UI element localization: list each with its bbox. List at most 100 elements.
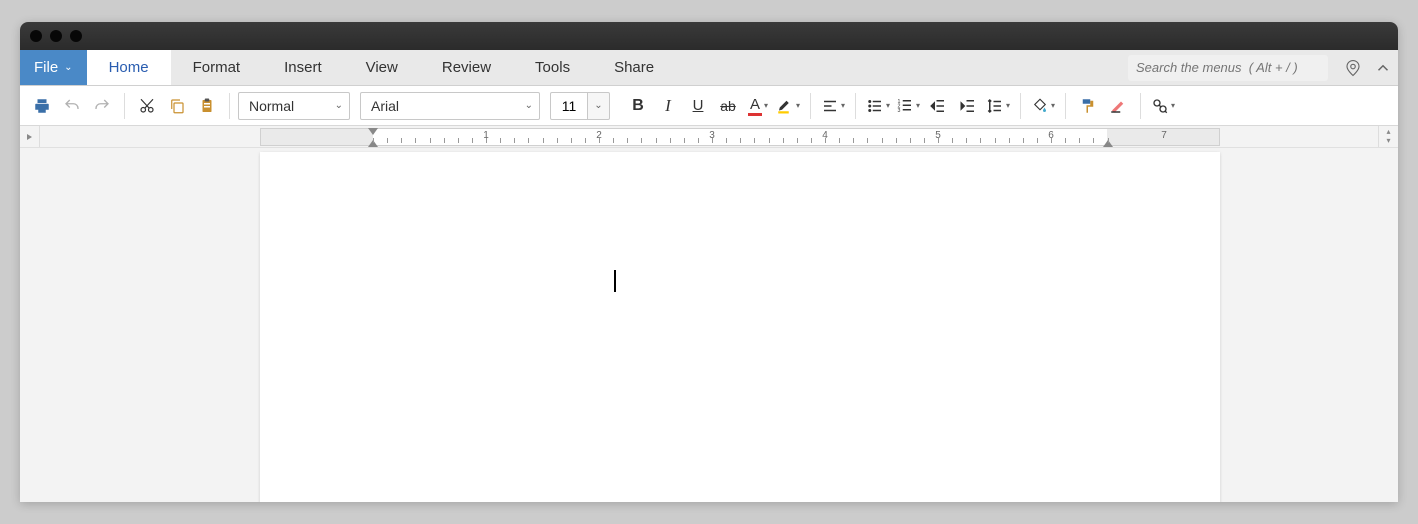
separator	[1140, 93, 1141, 119]
separator	[1065, 93, 1066, 119]
bullet-list-button[interactable]: ▾	[864, 91, 892, 121]
search-menus-input[interactable]	[1128, 55, 1328, 81]
ruler-tick	[670, 138, 671, 143]
svg-text:3: 3	[897, 108, 900, 114]
ruler-tick	[373, 138, 374, 143]
tab-tools-label: Tools	[535, 59, 570, 76]
tab-share-label: Share	[614, 59, 654, 76]
tab-insert[interactable]: Insert	[262, 50, 344, 85]
ruler-tick	[712, 138, 713, 143]
copy-button[interactable]	[163, 91, 191, 121]
page-up-button[interactable]: ▴	[1386, 128, 1390, 136]
ruler-tick	[797, 138, 798, 143]
page-down-button[interactable]: ▾	[1386, 137, 1390, 145]
ruler-tick	[839, 138, 840, 143]
app-window: File ⌄ Home Format Insert View Review To…	[20, 22, 1398, 502]
chevron-down-icon: ▾	[1051, 101, 1055, 110]
line-spacing-button[interactable]: ▾	[984, 91, 1012, 121]
ruler-tick	[867, 138, 868, 143]
paragraph-style-combo[interactable]: Normal ⌄	[238, 92, 350, 120]
file-menu[interactable]: File ⌄	[20, 50, 87, 85]
window-minimize-dot[interactable]	[50, 30, 62, 42]
first-line-indent-marker[interactable]	[368, 128, 378, 135]
collapse-ribbon-button[interactable]	[1368, 50, 1398, 85]
tab-format[interactable]: Format	[171, 50, 263, 85]
font-color-button[interactable]: A▾	[744, 91, 772, 121]
home-toolbar: Normal ⌄ Arial ⌄ ⌄ B I U ab A▾ ▾ ▾ ▾	[20, 86, 1398, 126]
tab-insert-label: Insert	[284, 59, 322, 76]
strikethrough-button[interactable]: ab	[714, 91, 742, 121]
chevron-down-icon: ▾	[916, 101, 920, 110]
ruler-tick	[656, 138, 657, 143]
ruler-tick	[571, 138, 572, 143]
chevron-down-icon: ▾	[1171, 101, 1175, 110]
tab-home[interactable]: Home	[87, 50, 171, 85]
cut-button[interactable]	[133, 91, 161, 121]
document-area[interactable]	[20, 148, 1398, 502]
ruler-tick	[754, 138, 755, 143]
increase-indent-button[interactable]	[954, 91, 982, 121]
separator	[810, 93, 811, 119]
print-button[interactable]	[28, 91, 56, 121]
ruler-num: 7	[1161, 130, 1167, 141]
fill-color-button[interactable]: ▾	[1029, 91, 1057, 121]
menu-tabs: File ⌄ Home Format Insert View Review To…	[20, 50, 1398, 86]
tab-format-label: Format	[193, 59, 241, 76]
chevron-down-icon: ▾	[764, 101, 768, 110]
ruler-tick	[585, 138, 586, 143]
page-canvas[interactable]	[260, 152, 1220, 502]
tab-review[interactable]: Review	[420, 50, 513, 85]
ruler-tick	[938, 138, 939, 143]
window-zoom-dot[interactable]	[70, 30, 82, 42]
paste-button[interactable]	[193, 91, 221, 121]
highlight-color-button[interactable]: ▾	[774, 91, 802, 121]
ruler-tick	[613, 138, 614, 143]
ruler-tick	[415, 138, 416, 143]
numbered-list-button[interactable]: 123▾	[894, 91, 922, 121]
ruler-tick	[557, 138, 558, 143]
chevron-down-icon: ▾	[841, 101, 845, 110]
bold-button[interactable]: B	[624, 91, 652, 121]
ruler-tick	[500, 138, 501, 143]
location-pin-icon[interactable]	[1338, 50, 1368, 85]
tab-stop-selector[interactable]	[20, 126, 40, 147]
ruler-tick	[853, 138, 854, 143]
font-family-combo[interactable]: Arial ⌄	[360, 92, 540, 120]
align-button[interactable]: ▾	[819, 91, 847, 121]
ruler-tick	[698, 138, 699, 143]
font-size-input[interactable]	[550, 92, 588, 120]
ruler-tick	[980, 138, 981, 143]
chevron-down-icon: ▾	[886, 101, 890, 110]
ruler-tick	[543, 138, 544, 143]
ruler-bar: 1 2 3 4 5 6 7 ▴ ▾	[20, 126, 1398, 148]
text-cursor	[614, 270, 616, 292]
chevron-down-icon: ▾	[1006, 101, 1010, 110]
italic-button[interactable]: I	[654, 91, 682, 121]
underline-button[interactable]: U	[684, 91, 712, 121]
ruler-tick	[1093, 138, 1094, 143]
window-close-dot[interactable]	[30, 30, 42, 42]
clear-formatting-button[interactable]	[1104, 91, 1132, 121]
ruler-tick	[825, 138, 826, 143]
chevron-down-icon: ⌄	[517, 100, 533, 111]
redo-button[interactable]	[88, 91, 116, 121]
font-size-dropdown[interactable]: ⌄	[588, 92, 610, 120]
tab-view[interactable]: View	[344, 50, 420, 85]
tab-tools[interactable]: Tools	[513, 50, 592, 85]
chevron-down-icon: ⌄	[64, 62, 72, 73]
ruler-tick	[1079, 138, 1080, 143]
undo-button[interactable]	[58, 91, 86, 121]
ruler-tick	[783, 138, 784, 143]
ruler-tick	[995, 138, 996, 143]
format-painter-button[interactable]	[1074, 91, 1102, 121]
find-replace-button[interactable]: ▾	[1149, 91, 1177, 121]
decrease-indent-button[interactable]	[924, 91, 952, 121]
tab-share[interactable]: Share	[592, 50, 676, 85]
file-menu-label: File	[34, 59, 58, 76]
ruler-tick	[910, 138, 911, 143]
horizontal-ruler[interactable]: 1 2 3 4 5 6 7	[260, 128, 1220, 146]
tab-review-label: Review	[442, 59, 491, 76]
ruler-tick	[740, 138, 741, 143]
separator	[229, 93, 230, 119]
tab-view-label: View	[366, 59, 398, 76]
